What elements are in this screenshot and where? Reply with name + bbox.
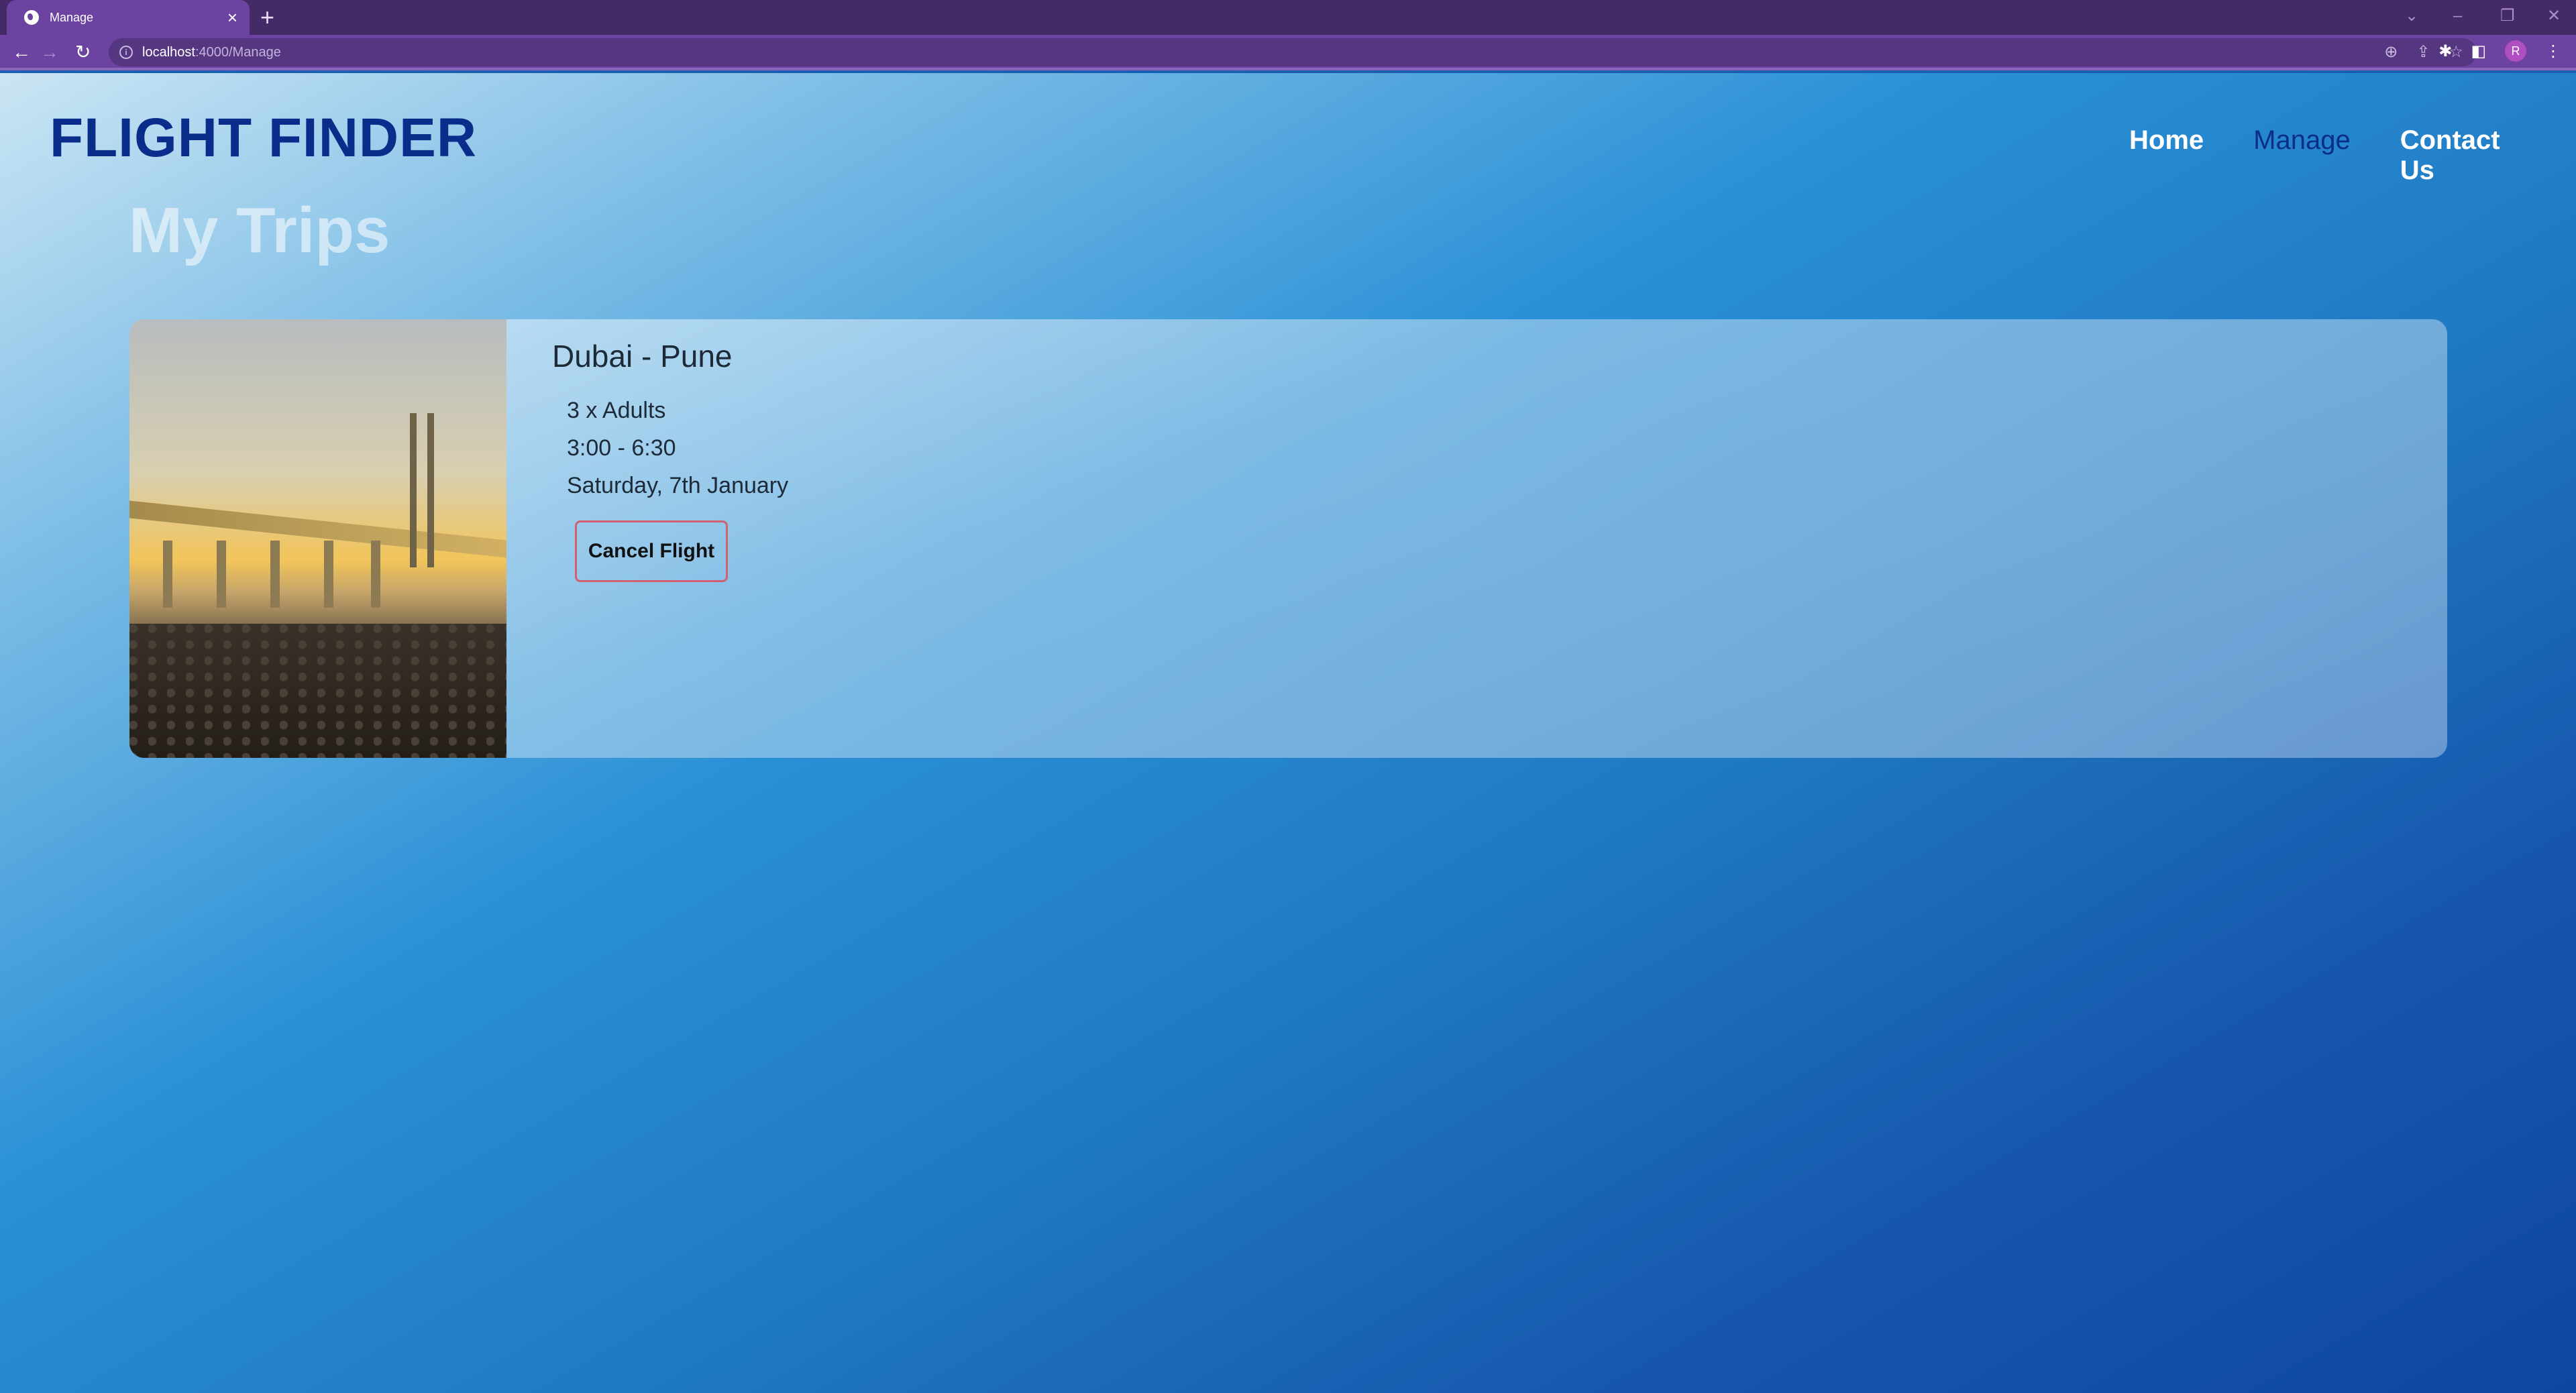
minimize-icon[interactable]: – (2453, 7, 2462, 25)
page-content: FLIGHT FINDER Home Manage Contact Us My … (0, 73, 2576, 1393)
browser-toolbar: ← → ↻ i localhost:4000/Manage ⊕ ⇪ ☆ ✱ ◧ … (0, 35, 2576, 70)
share-icon[interactable]: ⇪ (2416, 43, 2430, 62)
nav-manage[interactable]: Manage (2253, 125, 2351, 186)
nav-home[interactable]: Home (2129, 125, 2204, 186)
rocky-shore (129, 624, 506, 758)
cancel-flight-button[interactable]: Cancel Flight (575, 520, 728, 582)
trip-details: Dubai - Pune 3 x Adults 3:00 - 6:30 Satu… (506, 319, 788, 758)
menu-kebab-icon[interactable]: ⋮ (2545, 42, 2561, 61)
profile-avatar[interactable]: R (2505, 40, 2526, 62)
zoom-icon[interactable]: ⊕ (2384, 43, 2398, 62)
forward-arrow-icon[interactable]: → (40, 42, 59, 63)
bridge-pier (324, 541, 333, 608)
close-window-icon[interactable]: ✕ (2547, 7, 2561, 25)
site-logo[interactable]: FLIGHT FINDER (50, 107, 477, 170)
bridge-deck (129, 500, 506, 558)
back-arrow-icon[interactable]: ← (12, 42, 31, 63)
browser-tab-active[interactable]: Manage × (7, 0, 250, 35)
url-host: localhost (142, 44, 195, 60)
bridge-pylon (427, 413, 434, 567)
trip-card: Dubai - Pune 3 x Adults 3:00 - 6:30 Satu… (129, 319, 2447, 758)
globe-icon (24, 10, 39, 25)
close-tab-icon[interactable]: × (227, 9, 237, 26)
bridge-pier (270, 541, 280, 608)
restore-icon[interactable]: ❐ (2500, 7, 2515, 25)
trip-time: 3:00 - 6:30 (567, 435, 676, 461)
browser-tab-strip: Manage × + ⌄ – ❐ ✕ (0, 0, 2576, 35)
trip-passengers: 3 x Adults (567, 398, 666, 423)
bridge-pier (371, 541, 380, 608)
tab-title: Manage (50, 10, 94, 24)
new-tab-button[interactable]: + (260, 4, 274, 31)
bridge-pier (163, 541, 172, 608)
trip-date: Saturday, 7th January (567, 473, 789, 498)
reload-icon[interactable]: ↻ (75, 42, 91, 63)
page-title: My Trips (129, 194, 390, 266)
trip-image (129, 319, 506, 758)
url-path: :4000/Manage (195, 44, 281, 60)
site-info-icon[interactable]: i (119, 46, 133, 59)
address-bar[interactable]: i localhost:4000/Manage ⊕ ⇪ ☆ (109, 38, 2477, 66)
side-panel-icon[interactable]: ◧ (2471, 42, 2486, 61)
bridge-pier (217, 541, 226, 608)
trip-route: Dubai - Pune (552, 339, 733, 374)
nav-contact-us[interactable]: Contact Us (2400, 125, 2526, 186)
extensions-puzzle-icon[interactable]: ✱ (2438, 42, 2452, 61)
tab-search-icon[interactable]: ⌄ (2405, 7, 2418, 25)
bridge-pylon (410, 413, 417, 567)
site-nav: Home Manage Contact Us (2129, 125, 2576, 186)
